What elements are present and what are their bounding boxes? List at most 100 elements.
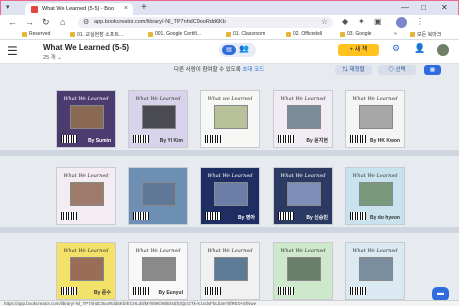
maximize-icon[interactable]: □	[421, 3, 426, 12]
view-toggle[interactable]: ▤ 👥	[219, 43, 256, 57]
book-title: What We Learned	[135, 248, 181, 254]
cover-illustration	[142, 182, 176, 206]
back-icon[interactable]: ←	[8, 17, 17, 27]
book-cover[interactable]: What We Learned	[56, 167, 116, 225]
book-title: What We Learned	[207, 248, 253, 254]
book-cover[interactable]: What we Learned	[200, 90, 260, 148]
address-bar[interactable]: ⚙ app.bookcreator.com/library/-Nl_TP7nhd…	[78, 17, 333, 28]
bookmark-item[interactable]: 03. Google	[340, 31, 371, 37]
select-button[interactable]: ◎ 선택	[378, 65, 416, 75]
cover-illustration	[70, 105, 104, 129]
close-tab-icon[interactable]: ×	[124, 5, 128, 12]
cover-illustration	[142, 105, 176, 129]
bookmark-item[interactable]: 001. Google Certifi...	[148, 31, 201, 37]
barcode-graphic	[350, 135, 366, 143]
book-title: What We Learned	[63, 96, 109, 102]
barcode-graphic	[205, 135, 221, 143]
book-title: What We Learned	[280, 96, 326, 102]
book-cover[interactable]: What We Learned By Sumin	[56, 90, 116, 148]
cover-illustration	[287, 182, 321, 206]
profile-avatar[interactable]	[396, 17, 407, 28]
book-title: What We Learned	[352, 96, 398, 102]
barcode-graphic	[133, 287, 149, 295]
home-icon[interactable]: ⌂	[60, 17, 65, 27]
book-cover[interactable]: What We Learned By YI Kim	[128, 90, 188, 148]
folder-icon	[148, 31, 153, 37]
chrome-menu-icon[interactable]: ⋮	[416, 17, 424, 26]
tab-search-icon[interactable]: ▾	[6, 3, 10, 11]
book-author: By HK Kwon	[370, 138, 400, 144]
book-cover[interactable]: What We Learned	[345, 242, 405, 300]
minimize-icon[interactable]: —	[401, 3, 409, 12]
extension-puzzle-icon[interactable]: ✦	[358, 17, 365, 26]
library-view-icon[interactable]: ▤	[222, 45, 236, 55]
add-user-icon[interactable]: 👤	[414, 43, 425, 54]
cover-illustration	[359, 257, 393, 281]
book-cover[interactable]: What We Learned By 윤지현	[273, 90, 333, 148]
collaborate-text: 다른 사람이 참여할 수 있도록 초대 코드	[174, 67, 265, 73]
reload-icon[interactable]: ↻	[42, 17, 50, 28]
status-bar: https://app.bookcreator.com/library/-Nl_…	[0, 300, 459, 306]
book-author: By Eunyul	[158, 290, 183, 296]
book-cover[interactable]: What We Learned By HK Kwon	[345, 90, 405, 148]
book-cover[interactable]: What We Learned	[273, 242, 333, 300]
browser-toolbar: ← → ↻ ⌂ ⚙ app.bookcreator.com/library/-N…	[0, 15, 459, 30]
bookmarks-bar: Reserved 01. 교실현장 소프트... 001. Google Cer…	[0, 30, 459, 40]
book-author: By 윤지현	[306, 138, 328, 144]
extension-icon[interactable]: ◆	[342, 17, 348, 26]
barcode-graphic	[278, 287, 294, 295]
book-cover[interactable]: What We Learned By 영아	[200, 167, 260, 225]
settings-icon[interactable]: ⚙	[392, 43, 400, 54]
window-close-icon[interactable]: ✕	[441, 3, 448, 12]
address-url: app.bookcreator.com/library/-Nl_TP7nhdC9…	[94, 19, 226, 25]
bookmark-item[interactable]: 02. Officedell	[286, 31, 322, 37]
site-info-icon[interactable]: ⚙	[83, 18, 89, 26]
barcode-graphic	[278, 135, 294, 143]
user-avatar[interactable]	[437, 44, 449, 56]
book-title: What We Learned	[63, 248, 109, 254]
cover-illustration	[142, 257, 176, 281]
library-title: What We Learned (5-5)	[43, 43, 130, 52]
cover-illustration	[287, 257, 321, 281]
shelf	[0, 227, 459, 233]
bookmarks-overflow[interactable]: »	[394, 31, 397, 37]
book-cover[interactable]: What We Learned	[200, 242, 260, 300]
bookmark-item[interactable]: 01. 교실현장 소프트...	[70, 31, 123, 38]
book-cover[interactable]: What We Learned By Eunyul	[128, 242, 188, 300]
chat-help-icon[interactable]: ▬	[432, 287, 449, 301]
cover-illustration	[70, 257, 104, 281]
book-author: By YI Kim	[159, 138, 183, 144]
cover-illustration	[214, 105, 248, 129]
cover-illustration	[359, 182, 393, 206]
new-book-button[interactable]: + 새 책	[338, 44, 379, 56]
book-count[interactable]: 25 개 ⌄	[43, 53, 62, 61]
reorder-button[interactable]: ⇅ 재정렬	[335, 65, 372, 75]
new-tab-icon[interactable]: +	[141, 2, 147, 13]
book-title: What we Learned	[207, 96, 253, 102]
book-creator-icon	[31, 6, 38, 13]
side-panel-icon[interactable]: ▣	[374, 17, 382, 26]
menu-icon[interactable]: ☰	[7, 44, 18, 58]
book-author: By 영아	[238, 215, 255, 221]
app-header: ☰ What We Learned (5-5) 25 개 ⌄ ▤ 👥 + 새 책…	[0, 40, 459, 64]
barcode-graphic	[205, 287, 221, 295]
invite-code-link[interactable]: 초대 코드	[242, 67, 264, 73]
library-shelves: 다른 사람이 참여할 수 있도록 초대 코드 ⇅ 재정렬 ◎ 선택 ▦ What…	[0, 64, 459, 300]
book-cover[interactable]: What We Learned By do hyeon	[345, 167, 405, 225]
cover-illustration	[70, 182, 104, 206]
grid-view-icon[interactable]: ▦	[424, 65, 441, 75]
cover-illustration	[214, 257, 248, 281]
all-bookmarks[interactable]: 모든 북마크	[410, 31, 441, 38]
bookmark-item[interactable]: Reserved	[22, 31, 50, 37]
book-cover[interactable]	[128, 167, 188, 225]
book-title: What We Learned	[207, 173, 253, 179]
bookmark-item[interactable]: 01. Classroom	[226, 31, 265, 37]
people-view-icon[interactable]: 👥	[239, 44, 249, 53]
forward-icon[interactable]: →	[25, 17, 34, 27]
book-author: By do hyeon	[369, 215, 400, 221]
book-title: What We Learned	[280, 248, 326, 254]
book-cover[interactable]: What We Learned By 준수	[56, 242, 116, 300]
book-cover[interactable]: What We Learned By 신승민	[273, 167, 333, 225]
bookmark-star-icon[interactable]: ☆	[321, 17, 328, 26]
cover-illustration	[214, 182, 248, 206]
